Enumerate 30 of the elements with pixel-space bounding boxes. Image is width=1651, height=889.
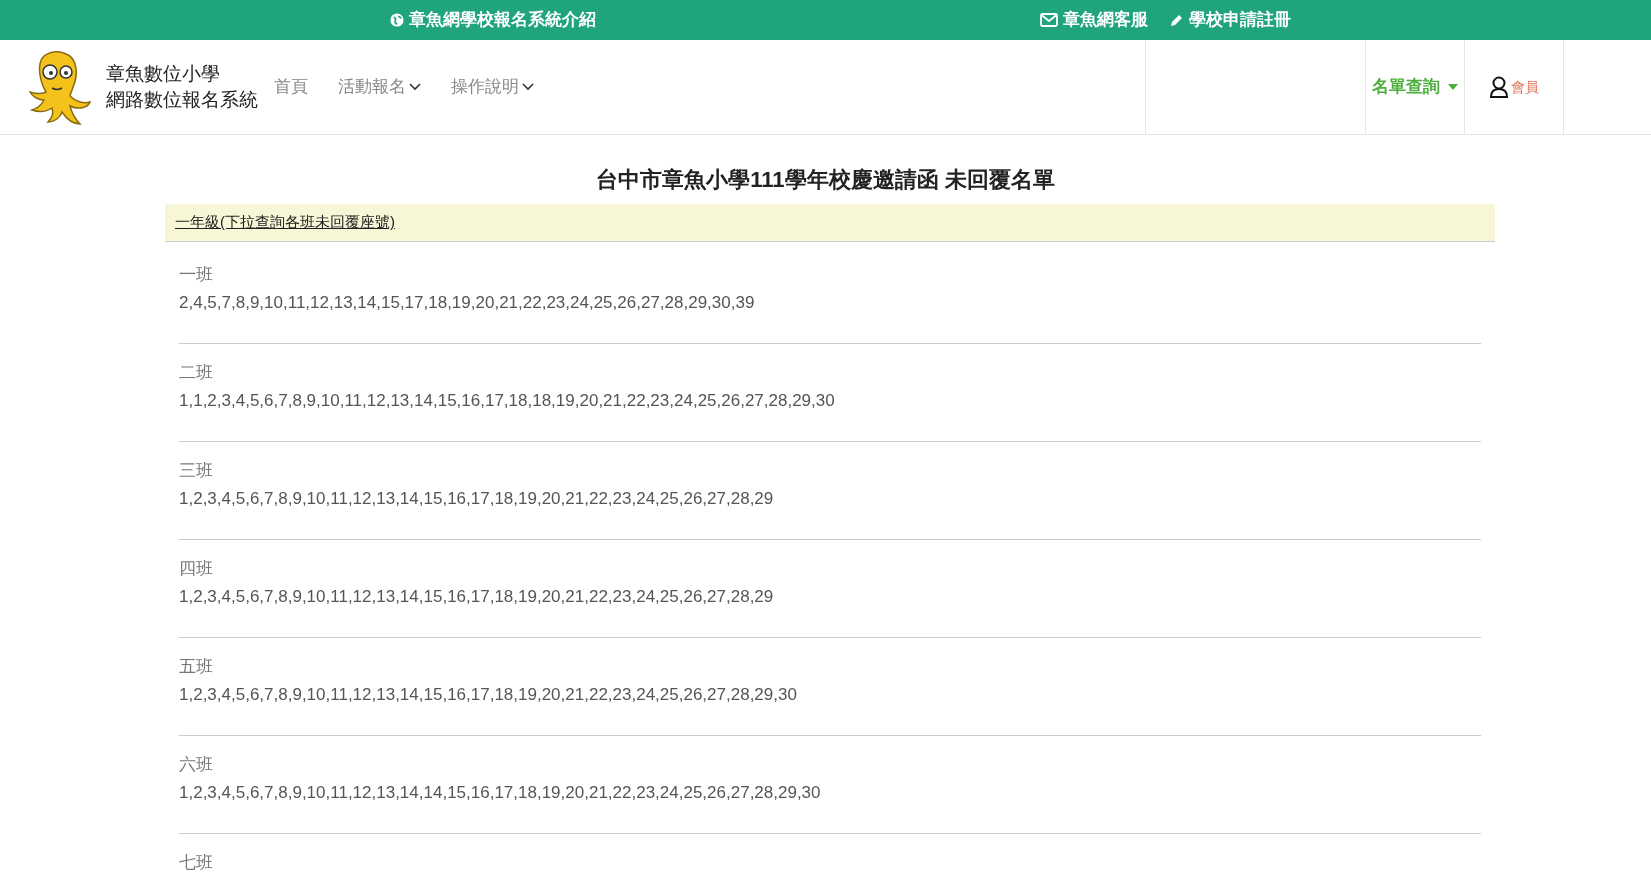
seat-numbers: 1,2,3,4,5,6,7,8,9,10,11,12,13,14,15,16,17,18,19,20,21,22,23,24,25,26,27,28,29 [179, 585, 775, 608]
class-name: 五班 [179, 655, 214, 678]
grade-toggle-link[interactable]: 一年級(下拉查詢各班未回覆座號) [175, 213, 395, 230]
class-name: 七班 [179, 851, 214, 874]
class-name: 二班 [179, 361, 214, 384]
top-link[interactable]: 章魚網學校報名系統介紹 [390, 7, 596, 33]
pencil-icon [1170, 13, 1184, 27]
seat-numbers: 1,1,2,3,4,5,6,7,8,9,10,11,12,13,14,15,16,17,18,18,19,20,21,22,23,24,25,26,27,28,29,30 [179, 389, 836, 412]
caret-icon [1448, 84, 1458, 90]
seat-numbers: 1,2,3,4,5,6,7,8,9,10,11,12,13,14,14,15,16,17,18,19,20,21,22,23,24,25,26,27,28,29,30 [179, 781, 822, 804]
user-icon [1489, 76, 1509, 98]
globe-icon [390, 13, 404, 27]
query-menu[interactable]: 名單查詢 [1372, 74, 1458, 100]
class-name: 四班 [179, 557, 214, 580]
top-link[interactable]: 學校申請註冊 [1170, 7, 1291, 33]
page-title: 台中市章魚小學111學年校慶邀請函 未回覆名單 [596, 166, 1055, 194]
seat-numbers: 2,4,5,7,8,9,10,11,12,13,14,15,17,18,19,20,21,22,23,24,25,26,27,28,29,30,39 [179, 291, 756, 314]
nav-link[interactable]: 操作說明 [451, 74, 534, 100]
top-link[interactable]: 章魚網客服 [1040, 7, 1148, 33]
nav-link[interactable]: 首頁 [274, 74, 308, 100]
class-name: 六班 [179, 753, 214, 776]
seat-numbers: 1,2,3,4,5,6,7,8,9,10,11,12,13,14,15,16,17,18,19,20,21,22,23,24,25,26,27,28,29 [179, 487, 775, 510]
seat-numbers: 1,2,3,4,5,6,7,8,9,10,11,12,13,14,15,16,17,18,19,20,21,22,23,24,25,26,27,28,29,30 [179, 683, 798, 706]
brand-name: 章魚數位小學 [106, 62, 221, 86]
class-name: 三班 [179, 459, 214, 482]
brand-name: 網路數位報名系統 [106, 88, 258, 112]
member-link[interactable]: 會員 [1489, 76, 1539, 98]
class-name: 一班 [179, 263, 214, 286]
nav-link[interactable]: 活動報名 [338, 74, 421, 100]
mail-icon [1040, 13, 1058, 27]
